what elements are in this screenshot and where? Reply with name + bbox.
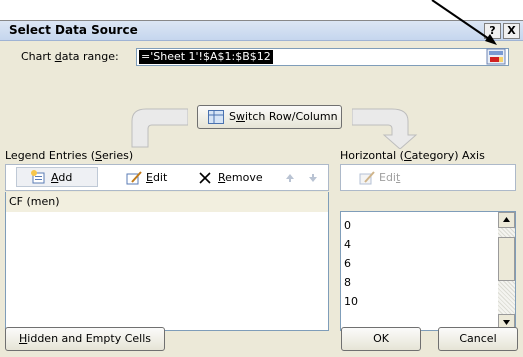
switch-row-column-icon — [208, 110, 224, 124]
scroll-up-arrow-icon — [503, 217, 510, 222]
edit-icon — [126, 171, 142, 185]
add-icon — [31, 170, 45, 184]
switch-row-column-button[interactable]: Switch Row/Column — [197, 105, 342, 129]
remove-label: Remove — [218, 171, 263, 184]
remove-icon — [199, 172, 211, 184]
axis-label-item[interactable]: 8 — [344, 273, 358, 292]
add-series-button[interactable]: Add — [16, 167, 98, 187]
move-down-icon[interactable] — [308, 173, 318, 183]
scroll-up-button[interactable] — [498, 212, 515, 228]
hidden-empty-cells-button[interactable]: Hidden and Empty Cells — [5, 327, 165, 351]
cancel-button[interactable]: Cancel — [438, 327, 518, 351]
edit-axis-labels-button[interactable]: Edit — [354, 168, 414, 188]
edit-series-button[interactable]: Edit — [121, 168, 181, 188]
legend-entry-text: CF (men) — [9, 195, 60, 208]
axis-toolbar: Edit — [340, 164, 516, 191]
edit-axis-label: Edit — [379, 171, 401, 184]
select-data-source-dialog: Select Data Source ? X Chart data range:… — [0, 20, 523, 357]
legend-entry-row[interactable]: CF (men) — [6, 192, 328, 212]
axis-labels-rows: 0 4 6 8 10 — [344, 216, 358, 311]
edit-icon — [359, 171, 375, 185]
right-curved-arrow-icon — [352, 108, 418, 149]
legend-entries-heading: Legend Entries (Series) — [5, 149, 134, 162]
ok-button[interactable]: OK — [341, 327, 421, 351]
switch-row-column-label: Switch Row/Column — [229, 110, 338, 123]
left-curved-arrow-icon — [131, 108, 188, 148]
legend-toolbar: Add Edit Remove — [5, 164, 329, 191]
axis-labels-list: 0 4 6 8 10 — [340, 211, 516, 331]
axis-label-item[interactable]: 0 — [344, 216, 358, 235]
edit-label: Edit — [146, 171, 168, 184]
axis-label-item[interactable]: 4 — [344, 235, 358, 254]
add-label: Add — [51, 171, 73, 184]
move-up-icon[interactable] — [285, 173, 295, 183]
legend-entries-list: CF (men) — [5, 192, 329, 331]
annotation-arrow — [431, 0, 497, 45]
axis-label-item[interactable]: 6 — [344, 254, 358, 273]
remove-series-button[interactable]: Remove — [196, 168, 276, 188]
scroll-thumb[interactable] — [498, 237, 515, 281]
axis-list-scrollbar[interactable] — [498, 212, 515, 330]
axis-label-item[interactable]: 10 — [344, 292, 358, 311]
